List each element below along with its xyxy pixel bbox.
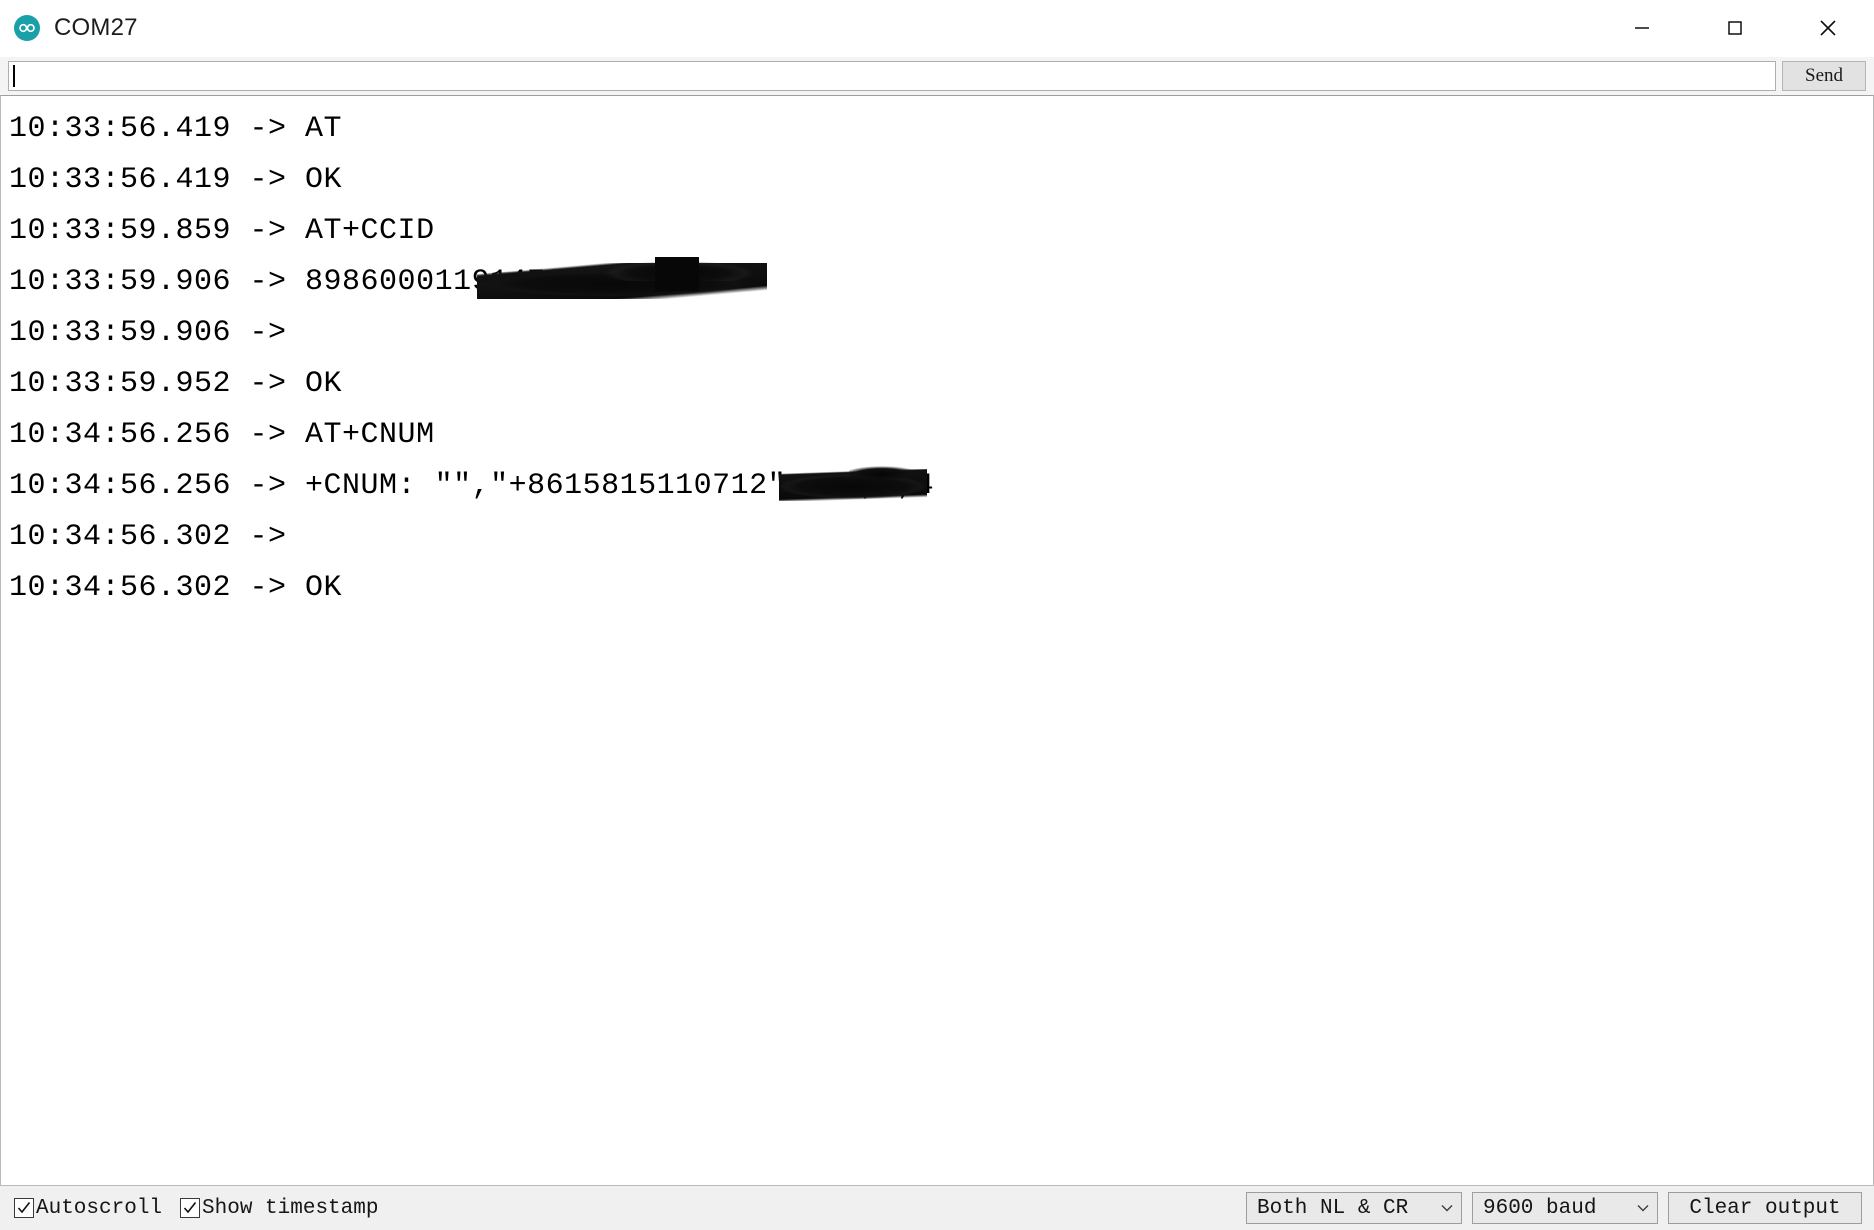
checkmark-icon [17,1202,31,1214]
show-timestamp-checkbox[interactable]: Show timestamp [180,1197,390,1220]
line-ending-select[interactable]: Both NL & CR [1246,1192,1462,1224]
serial-output-text: 10:33:56.419 -> AT 10:33:56.419 -> OK 10:3… [1,96,1873,614]
serial-output-panel[interactable]: 10:33:56.419 -> AT 10:33:56.419 -> OK 10:3… [0,95,1874,1186]
serial-line-text: 10:34:56.302 -> [9,520,287,554]
minimize-button[interactable] [1595,0,1688,56]
serial-line: 10:33:56.419 -> AT [9,104,1873,155]
send-input[interactable] [8,61,1776,91]
serial-line-text: 10:33:59.859 -> AT+CCID [9,214,435,248]
baud-rate-select[interactable]: 9600 baud [1472,1192,1658,1224]
titlebar: COM27 [0,0,1874,57]
minimize-icon [1634,27,1649,29]
status-bar: Autoscroll Show timestamp Both NL & CR 9… [0,1186,1874,1230]
window-controls [1595,0,1874,56]
maximize-button[interactable] [1688,0,1781,56]
serial-line: 10:34:56.302 -> [9,512,1873,563]
close-button[interactable] [1781,0,1874,56]
show-timestamp-label: Show timestamp [202,1196,379,1220]
maximize-icon [1727,21,1742,35]
serial-line: 10:33:59.906 -> [9,308,1873,359]
chevron-down-icon [1637,1205,1649,1212]
serial-line: 10:33:59.859 -> AT+CCID [9,206,1873,257]
serial-line-text: 10:33:59.906 -> [9,316,287,350]
serial-line: 10:33:56.419 -> OK [9,155,1873,206]
serial-line: 10:33:59.952 -> OK [9,359,1873,410]
send-button[interactable]: Send [1782,61,1866,91]
serial-line-text: 10:34:56.256 -> +CNUM: "","+861581511071… [9,469,935,503]
line-ending-value: Both NL & CR [1257,1196,1409,1220]
serial-line-text: 10:33:56.419 -> AT [9,112,343,146]
redaction-mark [655,257,699,291]
chevron-down-icon [1441,1205,1453,1212]
send-bar: Send [0,57,1874,95]
clear-output-button[interactable]: Clear output [1668,1192,1862,1224]
show-timestamp-checkbox-box[interactable] [180,1198,201,1218]
serial-line-text: 10:34:56.302 -> OK [9,571,343,605]
serial-line-text: 10:33:59.952 -> OK [9,367,343,401]
serial-line-text: 10:33:56.419 -> OK [9,163,343,197]
serial-line: 10:34:56.302 -> OK [9,563,1873,614]
redaction-mark [849,463,927,479]
serial-line: 10:34:56.256 -> AT+CNUM [9,410,1873,461]
serial-line: 10:34:56.256 -> +CNUM: "","+861581511071… [9,461,1873,512]
checkmark-icon [183,1202,197,1214]
serial-line: 10:33:59.906 -> 89860001191472787 8882 [9,255,1873,308]
serial-line-text: 10:34:56.256 -> AT+CNUM [9,418,435,452]
autoscroll-checkbox[interactable]: Autoscroll [14,1197,174,1220]
arduino-infinity-icon [14,15,40,41]
baud-rate-value: 9600 baud [1483,1196,1597,1220]
autoscroll-checkbox-box[interactable] [14,1198,34,1218]
text-caret [13,65,15,87]
window-title: COM27 [54,14,138,41]
close-icon [1819,20,1836,36]
autoscroll-label: Autoscroll [36,1196,163,1220]
serial-monitor-window: COM27 Send 10:33:56.419 -> AT 10:33:56.4… [0,0,1874,1230]
